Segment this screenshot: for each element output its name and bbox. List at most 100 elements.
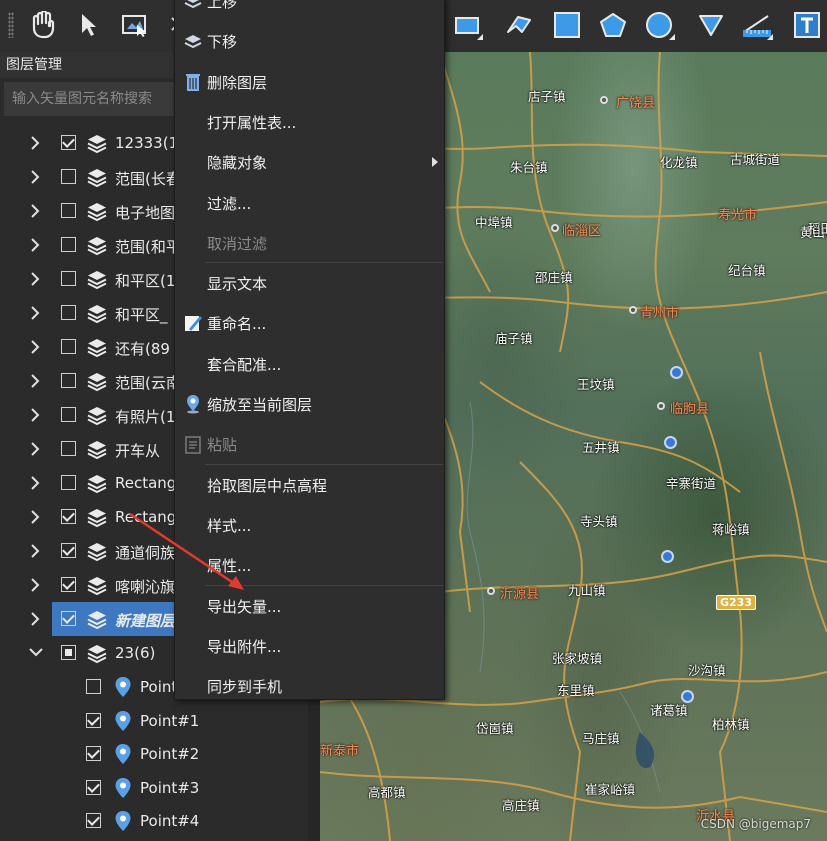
menu-item[interactable]: 缩放至当前图层: [175, 384, 444, 424]
layer-context-menu: 上移 下移 删除图层 打开属性表... 隐藏对象 过滤... 取消过滤显示文本重命名... 套…: [174, 0, 445, 700]
point-visibility-checkbox[interactable]: [86, 712, 101, 728]
circle-draw-icon[interactable]: [642, 8, 676, 42]
toolbar-grip[interactable]: [8, 12, 14, 38]
menu-item[interactable]: 导出附件...: [175, 626, 444, 666]
map-place-label: 沙沟镇: [688, 663, 726, 678]
chevron-right-icon[interactable]: [28, 169, 42, 185]
chevron-right-icon[interactable]: [28, 305, 42, 321]
map-point-marker[interactable]: [664, 436, 677, 449]
layer-visibility-checkbox[interactable]: [61, 135, 76, 150]
map-place-label: 庙子镇: [495, 331, 533, 346]
chevron-right-icon[interactable]: [28, 373, 42, 389]
layer-visibility-checkbox[interactable]: [61, 645, 76, 660]
city-dot: [600, 96, 608, 104]
point-label: Point: [140, 678, 178, 696]
chevron-right-icon[interactable]: [28, 271, 42, 287]
layer-visibility-checkbox[interactable]: [61, 305, 76, 320]
point-visibility-checkbox[interactable]: [86, 813, 101, 829]
layer-visibility-checkbox[interactable]: [61, 271, 76, 286]
point-row[interactable]: Point#4: [0, 804, 308, 838]
menu-item[interactable]: 套合配准...: [175, 344, 444, 384]
layer-visibility-checkbox[interactable]: [61, 373, 76, 388]
menu-item[interactable]: 样式...: [175, 505, 444, 545]
map-pin-icon: [114, 810, 132, 832]
menu-item-label: 重命名...: [207, 315, 267, 334]
layer-visibility-checkbox[interactable]: [61, 475, 76, 490]
menu-item-label: 取消过滤: [207, 234, 268, 253]
chevron-right-icon[interactable]: [28, 441, 42, 457]
measure-ruler-icon[interactable]: [740, 8, 774, 42]
inverted-triangle-icon[interactable]: [694, 8, 728, 42]
layers-icon: [86, 303, 108, 325]
layer-visibility-checkbox[interactable]: [61, 339, 76, 354]
rectangle-draw-icon[interactable]: [450, 8, 484, 42]
map-select-icon[interactable]: [118, 8, 152, 42]
menu-item[interactable]: 删除图层: [175, 62, 444, 102]
menu-item[interactable]: 过滤...: [175, 183, 444, 223]
layers-icon: [86, 439, 108, 461]
move-down-icon: [183, 31, 203, 51]
menu-item[interactable]: 拾取图层中点高程: [175, 465, 444, 505]
menu-item[interactable]: 同步到手机: [175, 666, 444, 706]
chevron-right-icon[interactable]: [28, 135, 42, 151]
layer-label: 12333(1: [115, 134, 179, 152]
map-pin-icon: [114, 743, 132, 765]
menu-item[interactable]: 打开属性表...: [175, 102, 444, 142]
menu-item[interactable]: 下移: [175, 21, 444, 61]
chevron-right-icon[interactable]: [28, 203, 42, 219]
pentagon-draw-icon[interactable]: [596, 8, 630, 42]
menu-item[interactable]: 上移: [175, 0, 444, 21]
chevron-down-icon[interactable]: [28, 645, 43, 661]
select-arrow-icon[interactable]: [72, 8, 106, 42]
chevron-right-icon[interactable]: [28, 237, 42, 253]
menu-item[interactable]: 导出矢量...: [175, 586, 444, 626]
map-point-marker[interactable]: [681, 690, 694, 703]
chevron-right-icon[interactable]: [28, 339, 42, 355]
layer-visibility-checkbox[interactable]: [61, 441, 76, 456]
point-visibility-checkbox[interactable]: [86, 779, 101, 795]
layer-visibility-checkbox[interactable]: [61, 577, 76, 592]
layers-icon: [86, 405, 108, 427]
watermark: CSDN @bigemap7: [700, 817, 811, 831]
road-badge: G233: [716, 595, 756, 610]
layer-label: Rectang: [115, 508, 177, 526]
layer-label: 和平区_: [115, 306, 168, 324]
layer-visibility-checkbox[interactable]: [61, 509, 76, 524]
polygon-draw-icon[interactable]: [502, 8, 536, 42]
layer-visibility-checkbox[interactable]: [61, 407, 76, 422]
chevron-right-icon[interactable]: [28, 509, 42, 525]
point-visibility-checkbox[interactable]: [86, 679, 101, 694]
layer-label: 范围(和平: [115, 238, 181, 256]
chevron-right-icon[interactable]: [28, 475, 42, 491]
layer-visibility-checkbox[interactable]: [61, 237, 76, 252]
chevron-right-icon[interactable]: [28, 577, 42, 593]
square-draw-icon[interactable]: [550, 8, 584, 42]
point-visibility-checkbox[interactable]: [86, 746, 101, 762]
layer-label: 范围(长春: [115, 170, 181, 188]
map-place-label: 辛寨街道: [666, 476, 717, 491]
menu-item[interactable]: 重命名...: [175, 303, 444, 343]
layer-visibility-checkbox[interactable]: [61, 169, 76, 184]
menu-item[interactable]: 隐藏对象: [175, 142, 444, 182]
layer-label: 和平区(1: [115, 272, 176, 290]
map-point-marker[interactable]: [661, 550, 674, 563]
point-row[interactable]: Point#3: [0, 771, 308, 805]
map-point-marker[interactable]: [670, 366, 683, 379]
map-place-label: 马庄镇: [582, 731, 620, 746]
layers-icon: [86, 269, 108, 291]
map-place-label: 中埠镇: [475, 215, 513, 230]
menu-item[interactable]: 属性...: [175, 545, 444, 585]
text-tool-icon[interactable]: [790, 8, 824, 42]
chevron-right-icon[interactable]: [28, 611, 42, 627]
layer-visibility-checkbox[interactable]: [61, 611, 76, 626]
point-row[interactable]: Point#1: [0, 704, 308, 738]
menu-item[interactable]: 显示文本: [175, 263, 444, 303]
hand-pan-icon[interactable]: [26, 8, 60, 42]
map-place-label: 东里镇: [557, 683, 595, 698]
layer-visibility-checkbox[interactable]: [61, 203, 76, 218]
point-row[interactable]: Point#2: [0, 737, 308, 771]
layer-visibility-checkbox[interactable]: [61, 543, 76, 558]
chevron-right-icon[interactable]: [28, 407, 42, 423]
map-pin-icon: [114, 777, 132, 799]
chevron-right-icon[interactable]: [28, 543, 42, 559]
